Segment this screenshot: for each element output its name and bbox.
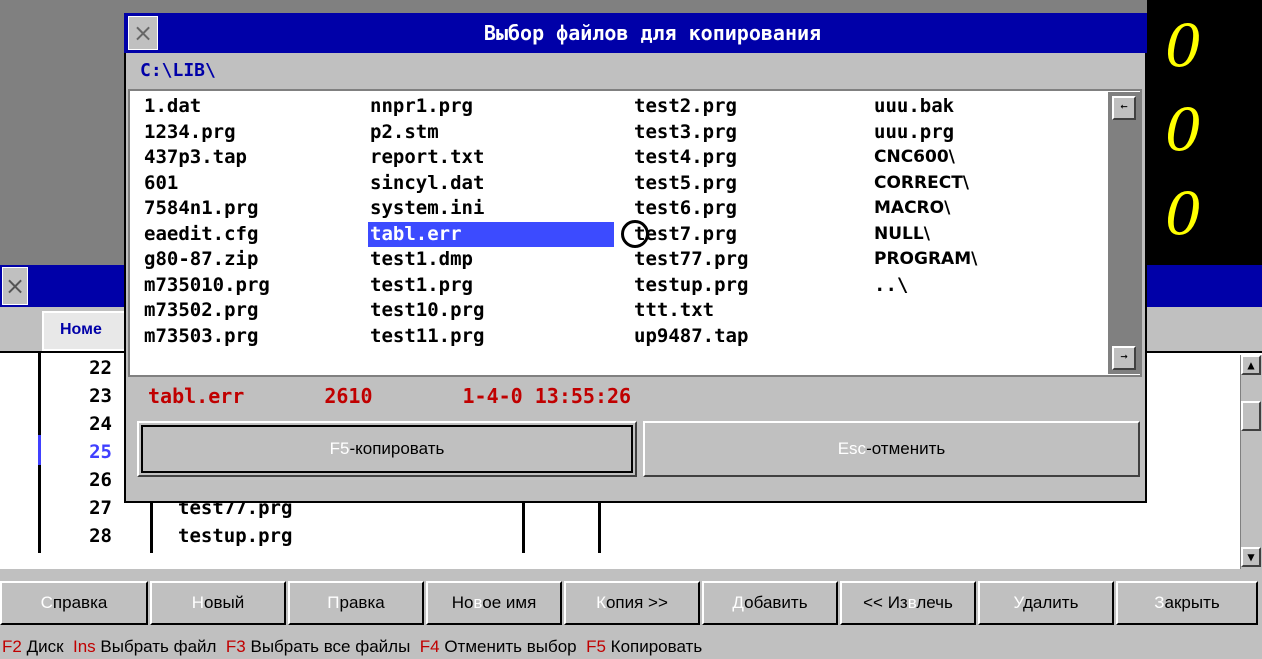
file-item[interactable]: m735010.prg	[144, 273, 270, 298]
coordinate-digit: 0	[1165, 96, 1202, 164]
file-item[interactable]: 1.dat	[144, 94, 201, 119]
file-item[interactable]: testup.prg	[634, 273, 748, 298]
directory-item[interactable]: NULL\	[874, 222, 930, 247]
row-number: 22	[89, 357, 112, 379]
file-item[interactable]: nnpr1.prg	[370, 94, 473, 119]
row-number: 26	[89, 469, 112, 491]
file-item[interactable]: eaedit.cfg	[144, 222, 258, 247]
file-item[interactable]: test1.dmp	[370, 247, 473, 272]
file-item[interactable]: test11.prg	[370, 324, 484, 349]
file-item[interactable]: uuu.prg	[874, 120, 954, 145]
file-list-scrollbar[interactable]: ← →	[1108, 92, 1140, 374]
file-item[interactable]: test3.prg	[634, 120, 737, 145]
dialog-close-icon[interactable]: ×	[128, 16, 158, 50]
row-number: 23	[89, 385, 112, 407]
row-filename[interactable]: testup.prg	[178, 525, 292, 547]
file-item[interactable]: 1234.prg	[144, 120, 236, 145]
file-item[interactable]: ttt.txt	[634, 298, 714, 323]
extract-button[interactable]: << Извлечь	[840, 581, 976, 625]
directory-item[interactable]: CORRECT\	[874, 171, 969, 196]
edit-button[interactable]: Правка	[288, 581, 424, 625]
coordinate-digit: 0	[1165, 12, 1202, 80]
dialog-cancel-button[interactable]: Esc-отменить	[643, 421, 1140, 477]
file-item[interactable]: report.txt	[370, 145, 484, 170]
file-item[interactable]: m73503.prg	[144, 324, 258, 349]
directory-item[interactable]: MACRO\	[874, 196, 950, 221]
info-filename: tabl.err	[148, 384, 245, 408]
scroll-right-icon[interactable]: →	[1112, 346, 1136, 370]
file-item[interactable]: test77.prg	[634, 247, 748, 272]
file-item[interactable]: test7.prg	[634, 222, 737, 247]
directory-item[interactable]: PROGRAM\	[874, 247, 977, 272]
close-button[interactable]: Закрыть	[1116, 581, 1258, 625]
file-item[interactable]: 601	[144, 171, 178, 196]
file-item[interactable]: ..\	[874, 273, 908, 298]
row-marker	[38, 435, 41, 465]
dialog-copy-button[interactable]: F5-копировать	[137, 421, 637, 477]
info-datetime: 1-4-0 13:55:26	[462, 384, 632, 408]
file-item[interactable]: sincyl.dat	[370, 171, 484, 196]
file-item[interactable]: g80-87.zip	[144, 247, 258, 272]
list-scrollbar[interactable]: ▲ ▼	[1240, 355, 1262, 569]
file-item[interactable]: test4.prg	[634, 145, 737, 170]
help-button[interactable]: Справка	[0, 581, 148, 625]
selected-file-info: tabl.err 2610 1-4-0 13:55:26	[148, 383, 631, 409]
file-item[interactable]: test10.prg	[370, 298, 484, 323]
file-item[interactable]: test2.prg	[634, 94, 737, 119]
new-button[interactable]: Новый	[150, 581, 286, 625]
rename-button[interactable]: Новое имя	[426, 581, 562, 625]
file-item[interactable]: test1.prg	[370, 273, 473, 298]
file-item[interactable]: 7584n1.prg	[144, 196, 258, 221]
file-item[interactable]: p2.stm	[370, 120, 439, 145]
file-item[interactable]: system.ini	[370, 196, 484, 221]
file-item[interactable]: up9487.tap	[634, 324, 748, 349]
file-item[interactable]: test6.prg	[634, 196, 737, 221]
copy-button[interactable]: Копия >>	[564, 581, 700, 625]
info-size: 2610	[324, 384, 373, 408]
scroll-thumb[interactable]	[1241, 401, 1261, 431]
background-close-icon[interactable]: ×	[2, 267, 28, 305]
row-number: 27	[89, 497, 112, 519]
mouse-cursor-icon	[621, 220, 649, 248]
directory-item[interactable]: CNC600\	[874, 145, 955, 170]
row-number: 25	[89, 441, 112, 463]
scroll-left-icon[interactable]: ←	[1112, 96, 1136, 120]
current-path: C:\LIB\	[140, 60, 216, 81]
dialog-title: Выбор файлов для копирования	[483, 21, 822, 45]
file-item[interactable]: m73502.prg	[144, 298, 258, 323]
scroll-down-icon[interactable]: ▼	[1241, 547, 1261, 567]
row-number: 28	[89, 525, 112, 547]
coordinate-digit: 0	[1165, 180, 1202, 248]
coordinate-display: 0 0 0	[1147, 0, 1262, 265]
delete-button[interactable]: Удалить	[978, 581, 1114, 625]
file-item[interactable]: 437p3.tap	[144, 145, 247, 170]
tab-number[interactable]: Номе	[42, 311, 132, 351]
row-number: 24	[89, 413, 112, 435]
file-item[interactable]: uuu.bak	[874, 94, 954, 119]
hotkey-status-line: F2 Диск Ins Выбрать файл F3 Выбрать все …	[2, 637, 703, 656]
scroll-up-icon[interactable]: ▲	[1241, 355, 1261, 375]
file-item[interactable]: tabl.err	[368, 221, 614, 247]
add-button[interactable]: Добавить	[702, 581, 838, 625]
file-item[interactable]: test5.prg	[634, 171, 737, 196]
